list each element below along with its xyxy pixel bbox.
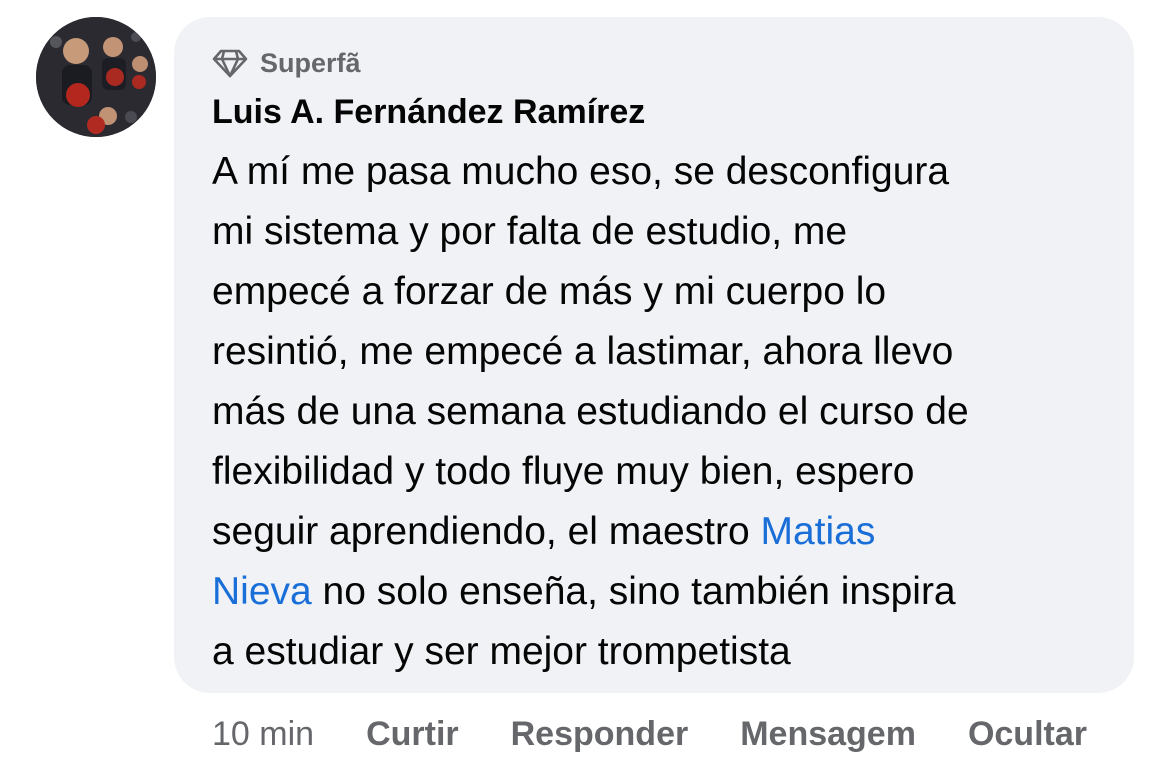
comment-line: empecé a forzar de más y mi cuerpo lo bbox=[212, 270, 887, 313]
comment-line: A mí me pasa mucho eso, se desconfigura bbox=[212, 150, 950, 193]
comment-line: mi sistema y por falta de estudio, me bbox=[212, 210, 848, 253]
mention-link[interactable]: Matias bbox=[761, 510, 876, 553]
badge-label: Superfã bbox=[260, 47, 361, 78]
diamond-icon bbox=[212, 47, 248, 79]
avatar[interactable] bbox=[36, 17, 156, 137]
like-button[interactable]: Curtir bbox=[366, 715, 459, 754]
message-button[interactable]: Mensagem bbox=[740, 715, 916, 754]
comment-line-text: no solo enseña, sino también inspira bbox=[311, 570, 956, 613]
comment-text: A mí me pasa mucho eso, se desconfigura … bbox=[212, 142, 1122, 682]
timestamp[interactable]: 10 min bbox=[212, 715, 314, 754]
superfan-badge: Superfã bbox=[212, 47, 361, 79]
avatar-photo bbox=[36, 17, 156, 137]
comment-line: Nieva no solo enseña, sino también inspi… bbox=[212, 562, 1122, 622]
comment: Superfã Luis A. Fernández Ramírez A mí m… bbox=[0, 0, 1170, 778]
author-name[interactable]: Luis A. Fernández Ramírez bbox=[212, 93, 645, 132]
comment-actions: 10 min Curtir Responder Mensagem Ocultar bbox=[212, 712, 1139, 756]
comment-line-text: seguir aprendiendo, el maestro bbox=[212, 510, 761, 553]
comment-line: resintió, me empecé a lastimar, ahora ll… bbox=[212, 330, 954, 373]
mention-link[interactable]: Nieva bbox=[212, 570, 312, 613]
comment-bubble: Superfã Luis A. Fernández Ramírez A mí m… bbox=[174, 17, 1134, 693]
comment-line: seguir aprendiendo, el maestro Matias bbox=[212, 502, 1122, 562]
comment-line: flexibilidad y todo fluye muy bien, espe… bbox=[212, 450, 915, 493]
comment-line: a estudiar y ser mejor trompetista bbox=[212, 630, 791, 673]
reply-button[interactable]: Responder bbox=[511, 715, 689, 754]
comment-line: más de una semana estudiando el curso de bbox=[212, 390, 969, 433]
hide-button[interactable]: Ocultar bbox=[968, 715, 1087, 754]
